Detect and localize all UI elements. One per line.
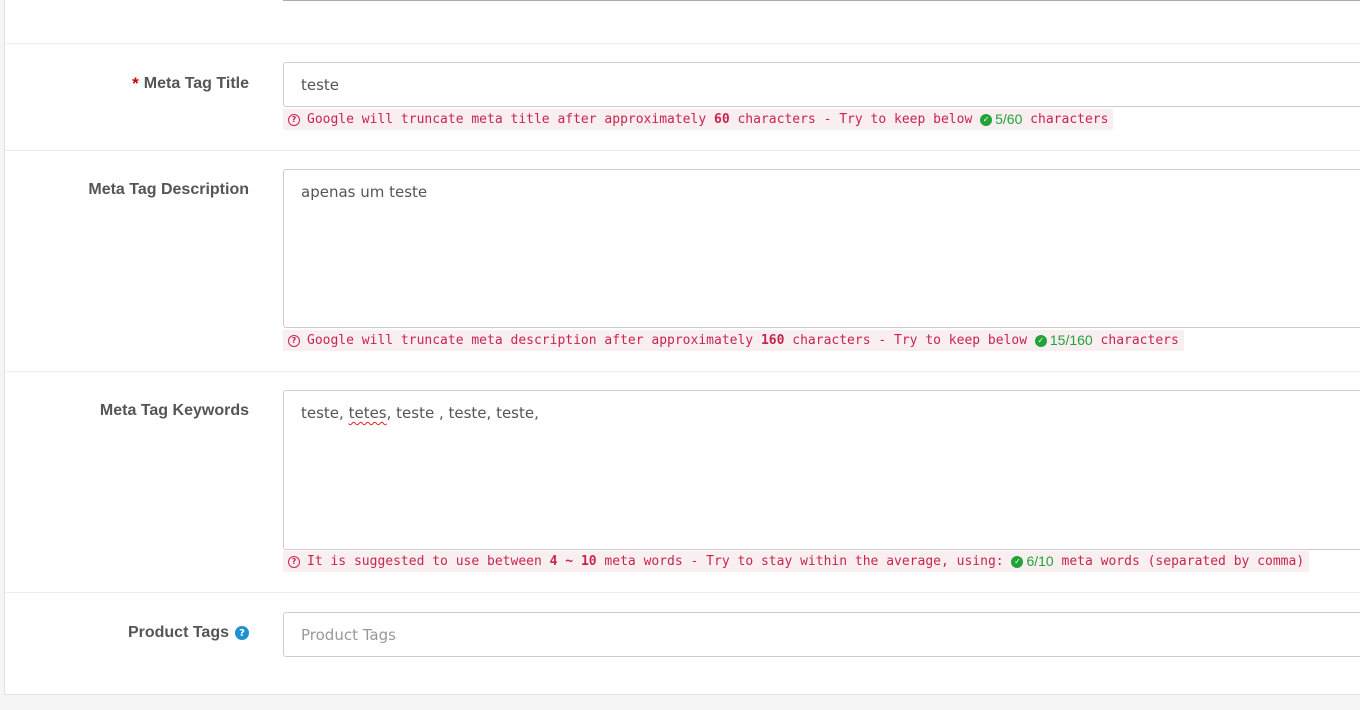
- hint-middle: characters - Try to keep below: [784, 333, 1035, 348]
- hint-prefix: Google will truncate meta description af…: [307, 333, 761, 348]
- check-circle-icon: ✓: [980, 113, 993, 126]
- hint-middle: meta words - Try to stay within the aver…: [596, 554, 1012, 569]
- meta-title-label: * Meta Tag Title: [132, 74, 249, 94]
- required-marker: *: [132, 74, 139, 93]
- meta-title-value: teste: [301, 76, 340, 94]
- hint-range: 4 ~ 10: [549, 554, 597, 569]
- meta-description-value: apenas um teste: [301, 183, 428, 201]
- hint-suffix: characters: [1022, 112, 1109, 127]
- meta-title-hint: ? Google will truncate meta title after …: [283, 109, 1114, 130]
- row-divider: [5, 592, 1360, 593]
- previous-field-edge: [283, 0, 1360, 1]
- keywords-text: teste,: [301, 404, 349, 422]
- hint-prefix: It is suggested to use between: [307, 554, 550, 569]
- misspelled-word: tetes: [348, 404, 387, 422]
- meta-keywords-textarea[interactable]: teste, tetes, teste , teste, teste,: [283, 390, 1360, 550]
- product-tags-label-text: Product Tags: [127, 624, 229, 641]
- meta-description-hint: ? Google will truncate meta description …: [283, 330, 1184, 351]
- hint-count-badge: ✓ 15/160: [1034, 330, 1093, 351]
- hint-suffix: meta words (separated by comma): [1053, 554, 1305, 569]
- row-divider: [5, 150, 1360, 151]
- question-circle-icon: ?: [288, 113, 300, 126]
- row-divider: [5, 43, 1360, 44]
- meta-description-label-text: Meta Tag Description: [88, 181, 249, 198]
- help-icon[interactable]: ?: [235, 626, 249, 640]
- product-tags-input[interactable]: Product Tags: [283, 612, 1360, 657]
- hint-count: 15/160: [1049, 332, 1093, 348]
- meta-description-textarea[interactable]: apenas um teste: [283, 169, 1360, 328]
- meta-title-label-text: Meta Tag Title: [143, 75, 249, 92]
- hint-prefix: Google will truncate meta title after ap…: [307, 112, 714, 127]
- hint-count-badge: ✓ 5/60: [980, 109, 1022, 130]
- row-divider: [5, 371, 1360, 372]
- check-circle-icon: ✓: [1011, 555, 1024, 568]
- product-tags-label: Product Tags ?: [128, 624, 249, 642]
- product-tags-placeholder: Product Tags: [301, 626, 396, 644]
- question-circle-icon: ?: [288, 334, 300, 347]
- question-circle-icon: ?: [288, 555, 300, 568]
- hint-limit: 160: [760, 333, 785, 348]
- hint-count: 6/10: [1026, 553, 1054, 569]
- meta-keywords-label: Meta Tag Keywords: [100, 402, 249, 420]
- meta-keywords-label-text: Meta Tag Keywords: [99, 402, 249, 419]
- keywords-text: , teste , teste, teste,: [386, 404, 539, 422]
- check-circle-icon: ✓: [1034, 334, 1047, 347]
- meta-title-input[interactable]: teste: [283, 62, 1360, 107]
- hint-count-badge: ✓ 6/10: [1011, 551, 1054, 572]
- hint-suffix: characters: [1092, 333, 1179, 348]
- form-panel: * Meta Tag Title teste ? Google will tru…: [4, 0, 1360, 695]
- meta-keywords-hint: ? It is suggested to use between 4 ~ 10 …: [283, 551, 1310, 572]
- hint-count: 5/60: [995, 111, 1023, 127]
- meta-description-label: Meta Tag Description: [88, 181, 249, 199]
- hint-middle: characters - Try to keep below: [729, 112, 981, 127]
- hint-limit: 60: [714, 112, 730, 127]
